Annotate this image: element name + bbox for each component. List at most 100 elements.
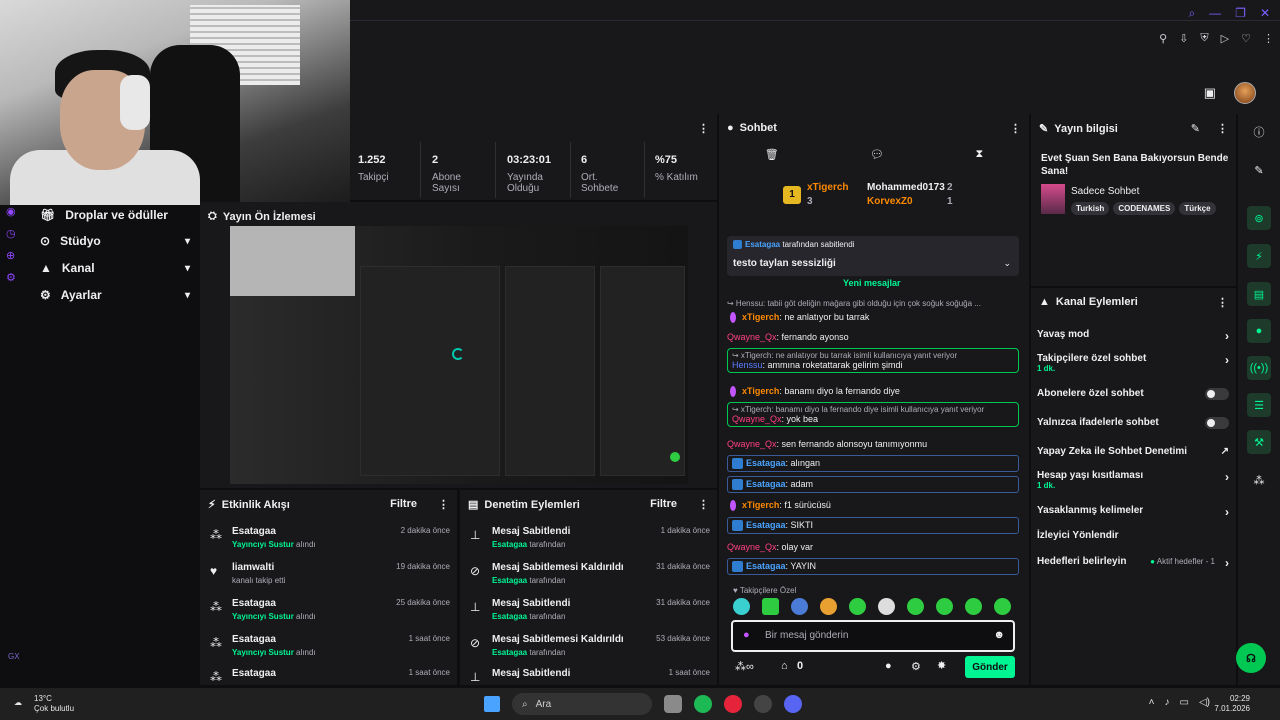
slow-mode-item[interactable]: Yavaş mod ›	[1037, 329, 1229, 343]
emote[interactable]	[820, 598, 837, 615]
new-messages-label: Yeni mesajlar	[843, 278, 901, 288]
chat-settings-icon[interactable]: ⁂∞	[735, 660, 754, 673]
hourglass-icon[interactable]: ⧗	[976, 148, 984, 168]
edit-icon[interactable]: ✎	[1191, 122, 1200, 135]
subscribers-only-toggle[interactable]	[1205, 388, 1229, 400]
bolt-icon[interactable]: ⚡︎	[1247, 244, 1271, 268]
account-age-item[interactable]: Hesap yaşı kısıtlaması 1 dk. ›	[1037, 470, 1229, 490]
raid-item[interactable]: İzleyici Yönlendir	[1037, 530, 1229, 541]
chevron-down-icon[interactable]: ⌄	[1003, 258, 1011, 269]
channel-points-icon[interactable]: ⌂	[781, 660, 788, 672]
subscribers-only-item: Abonelere özel sohbet	[1037, 388, 1229, 400]
sidebar-item-drops[interactable]: 🎁︎ Droplar ve ödüller	[40, 208, 190, 222]
emote-icon[interactable]: ✸	[937, 659, 946, 672]
search-icon[interactable]: ⌕	[1188, 6, 1195, 21]
opera-gx-icon[interactable]	[724, 695, 742, 713]
chat-bubble-icon[interactable]: 💬︎	[870, 148, 884, 168]
heart-icon[interactable]: ♡	[1241, 32, 1251, 45]
plus-mini-icon[interactable]: ⊕	[6, 249, 16, 262]
file-explorer-icon[interactable]	[664, 695, 682, 713]
chat-bubble-icon[interactable]: ●	[885, 660, 892, 672]
mod-tools-icon[interactable]: ⁂	[1247, 468, 1271, 492]
document-icon[interactable]: ▤	[1247, 282, 1271, 306]
trash-icon[interactable]: 🗑︎	[765, 148, 779, 168]
tag[interactable]: Turkish	[1071, 202, 1110, 215]
moderation-panel: ▤ Denetim Eylemleri Filtre ⋮ ⊥ Mesaj Sab…	[460, 490, 717, 685]
chevron-right-icon: ›	[1225, 353, 1229, 367]
minimize-icon[interactable]: —	[1209, 6, 1221, 21]
more-icon[interactable]: ⋮	[698, 122, 709, 135]
stat-followers: 1.252 Takipçi	[358, 154, 389, 183]
emote[interactable]	[994, 598, 1011, 615]
filter-button[interactable]: Filtre	[390, 498, 417, 510]
avatar[interactable]	[1234, 82, 1256, 104]
sidebar-item-channel[interactable]: ▲ Kanal ▾	[40, 261, 190, 275]
tag[interactable]: Türkçe	[1179, 202, 1216, 215]
emote[interactable]	[878, 598, 895, 615]
more-icon[interactable]: ⋮	[1217, 122, 1228, 135]
emote[interactable]	[849, 598, 866, 615]
help-button[interactable]: ☊	[1236, 643, 1266, 673]
broadcast-icon[interactable]: ((•))	[1247, 356, 1271, 380]
weather-widget[interactable]: ☁ 13°C Çok bulutlu	[14, 694, 74, 714]
mic-icon[interactable]: ♪	[1165, 697, 1170, 708]
goals-item[interactable]: Hedefleri belirleyin ● Aktif hedefler - …	[1037, 556, 1229, 570]
sidebar-item-studio[interactable]: ⊙ Stüdyo ▾	[40, 234, 190, 248]
chat-bubble-icon[interactable]: ●	[1247, 319, 1271, 343]
info-icon[interactable]: ⓘ	[1247, 120, 1271, 144]
clock[interactable]: 02:29 7.01.2026	[1214, 694, 1250, 714]
more-icon[interactable]: ⋮	[1010, 122, 1021, 135]
sidebar-item-settings[interactable]: ⚙ Ayarlar ▾	[40, 288, 190, 302]
drops-mini-icon[interactable]: ◉	[6, 205, 16, 218]
pin-icon[interactable]: ⚲	[1159, 32, 1167, 45]
studio-icon: ⊙	[40, 234, 51, 248]
windows-start-icon[interactable]	[484, 696, 500, 712]
shield-icon[interactable]: ⛨	[1200, 32, 1208, 45]
more-icon[interactable]: ⋮	[438, 498, 449, 511]
download-icon[interactable]: ⇩	[1179, 32, 1188, 45]
emote[interactable]	[965, 598, 982, 615]
more-icon[interactable]: ⋮	[698, 498, 709, 511]
ai-moderation-item[interactable]: Yapay Zeka ile Sohbet Denetimi ↗	[1037, 446, 1229, 457]
pencil-icon[interactable]: ✎	[1247, 158, 1271, 182]
emote[interactable]	[762, 598, 779, 615]
stream-preview[interactable]	[230, 226, 688, 484]
network-icon[interactable]: ▭	[1180, 697, 1189, 708]
close-icon[interactable]: ✕	[1260, 6, 1270, 21]
emoji-icon[interactable]: ☻	[993, 629, 1005, 641]
clock-mini-icon[interactable]: ◷	[6, 227, 16, 240]
taskbar-search[interactable]: ⌕ Ara	[512, 693, 652, 715]
send-button[interactable]: Gönder	[965, 656, 1015, 678]
chat-input[interactable]: ● Bir mesaj gönderin ☻	[731, 620, 1015, 652]
theater-icon[interactable]: ▣	[1204, 85, 1216, 101]
wrench-icon[interactable]: ⚒	[1247, 430, 1271, 454]
gear-mini-icon[interactable]: ⚙	[6, 271, 16, 284]
tag[interactable]: CODENAMES	[1113, 202, 1176, 215]
heart-icon: ♥	[733, 586, 738, 595]
spotify-icon[interactable]	[694, 695, 712, 713]
emote-only-toggle[interactable]	[1205, 417, 1229, 429]
banned-words-item[interactable]: Yasaklanmış kelimeler ›	[1037, 505, 1229, 519]
list-icon[interactable]: ☰	[1247, 393, 1271, 417]
gear-icon[interactable]: ⚙	[911, 660, 921, 673]
emote[interactable]	[936, 598, 953, 615]
emote[interactable]	[791, 598, 808, 615]
emote[interactable]	[733, 598, 750, 615]
chat-message: ↪ Henssu: tabii göt deliğin mağara gibi …	[727, 299, 981, 308]
chevron-down-icon: ▾	[184, 235, 190, 247]
pinned-message[interactable]: Esatagaa tarafından sabitlendi testo tay…	[727, 236, 1019, 276]
more-icon[interactable]: ⋮	[1217, 296, 1228, 309]
volume-icon[interactable]: ◁)	[1199, 697, 1210, 708]
menu-icon[interactable]: ⋮	[1263, 32, 1274, 45]
app-icon[interactable]	[754, 695, 772, 713]
discord-icon[interactable]	[784, 695, 802, 713]
maximize-icon[interactable]: ❐	[1235, 6, 1246, 21]
play-icon[interactable]: ▷	[1221, 32, 1229, 45]
chat-message: Esatagaa: SIKTI	[727, 517, 1019, 534]
emote[interactable]	[907, 598, 924, 615]
filter-button[interactable]: Filtre	[650, 498, 677, 510]
chevron-up-icon[interactable]: ˄	[1149, 697, 1155, 708]
followers-only-item[interactable]: Takipçilere özel sohbet 1 dk. ›	[1037, 353, 1229, 373]
stream-icon[interactable]: ⊚	[1247, 206, 1271, 230]
category-name[interactable]: Sadece Sohbet	[1071, 186, 1139, 197]
